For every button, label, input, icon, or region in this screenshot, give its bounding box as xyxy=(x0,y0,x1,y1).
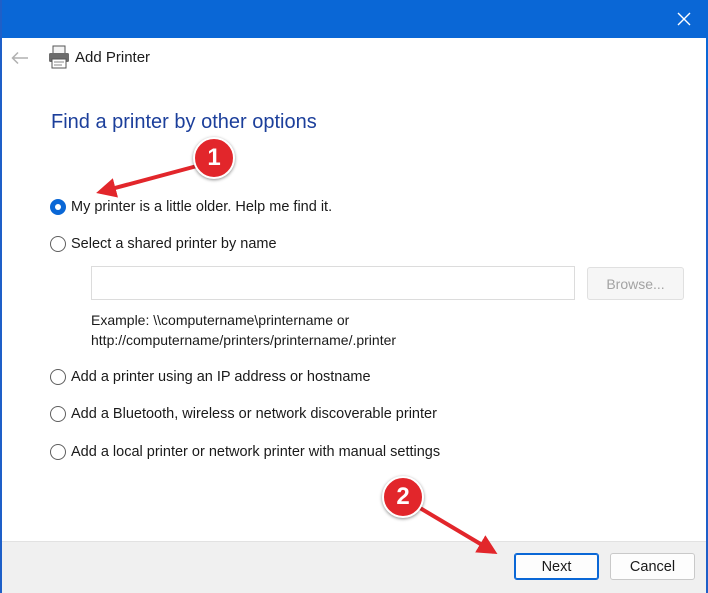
radio-older-printer[interactable] xyxy=(50,199,66,215)
radio-shared-printer[interactable] xyxy=(50,236,66,252)
shared-printer-name-input[interactable] xyxy=(91,266,575,300)
radio-local-manual[interactable] xyxy=(50,444,66,460)
annotation-badge-1: 1 xyxy=(193,137,235,179)
cancel-button[interactable]: Cancel xyxy=(610,553,695,580)
annotation-arrow-1 xyxy=(96,164,198,198)
example-line-1: Example: \\computername\printername or xyxy=(91,312,350,328)
radio-bluetooth-wireless[interactable] xyxy=(50,406,66,422)
add-printer-window: Add Printer Find a printer by other opti… xyxy=(0,0,708,593)
window-title: Add Printer xyxy=(75,49,151,66)
option-older-printer[interactable]: My printer is a little older. Help me fi… xyxy=(50,199,332,215)
option-ip-address[interactable]: Add a printer using an IP address or hos… xyxy=(50,369,371,385)
printer-icon xyxy=(49,45,69,69)
example-text: Example: \\computername\printername or h… xyxy=(91,310,396,350)
example-line-2: http://computername/printers/printername… xyxy=(91,332,397,348)
close-button[interactable] xyxy=(662,0,706,38)
option-bluetooth-wireless[interactable]: Add a Bluetooth, wireless or network dis… xyxy=(50,406,437,422)
footer-bar xyxy=(2,541,706,593)
annotation-badge-2: 2 xyxy=(382,476,424,518)
option-label: Add a local printer or network printer w… xyxy=(71,444,441,460)
option-label: Add a printer using an IP address or hos… xyxy=(71,369,371,385)
back-button[interactable] xyxy=(6,44,34,72)
option-local-manual[interactable]: Add a local printer or network printer w… xyxy=(50,444,440,460)
option-label: Add a Bluetooth, wireless or network dis… xyxy=(71,406,437,422)
browse-button[interactable]: Browse... xyxy=(587,267,684,300)
next-button[interactable]: Next xyxy=(514,553,599,580)
back-arrow-icon xyxy=(11,51,28,65)
radio-ip-address[interactable] xyxy=(50,369,66,385)
option-shared-printer[interactable]: Select a shared printer by name xyxy=(50,236,277,252)
close-icon xyxy=(677,12,691,26)
option-label: My printer is a little older. Help me fi… xyxy=(71,199,333,215)
page-heading: Find a printer by other options xyxy=(51,111,317,133)
option-label: Select a shared printer by name xyxy=(71,236,277,252)
